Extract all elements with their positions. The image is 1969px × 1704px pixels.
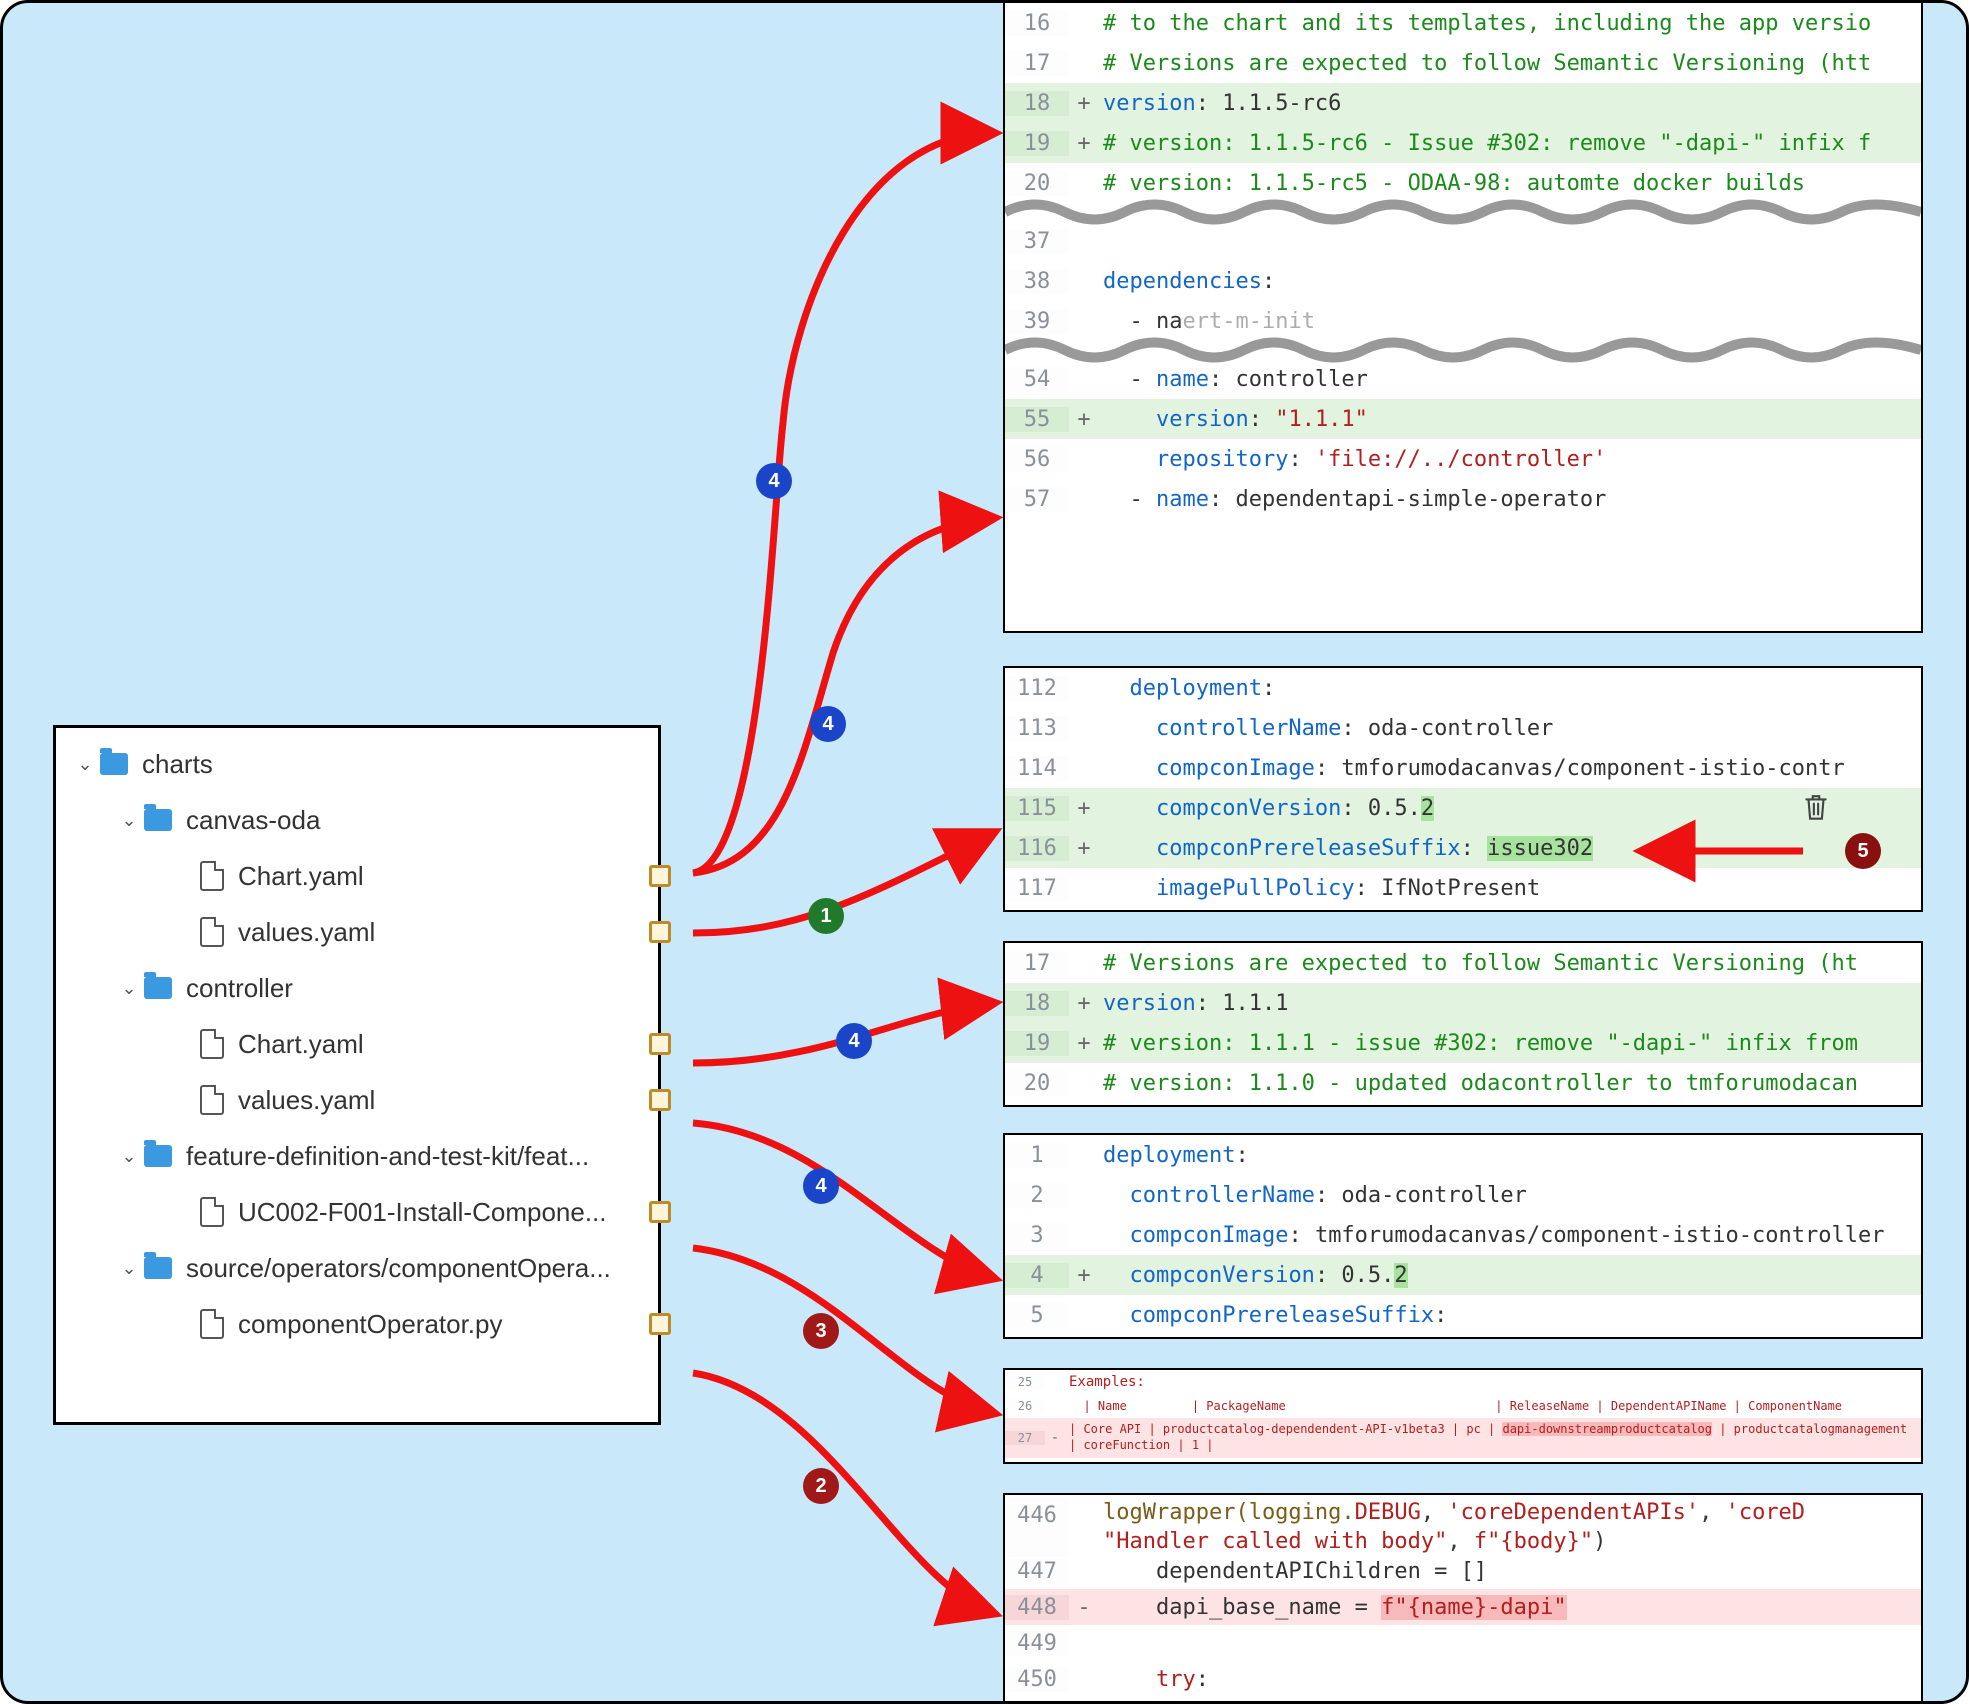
step-badge-4: 4 <box>756 463 792 499</box>
modified-icon <box>649 1089 671 1111</box>
tree-label: values.yaml <box>238 917 658 948</box>
tree-label: controller <box>186 973 658 1004</box>
folder-icon <box>100 753 128 775</box>
diff-panel-component-operator: 446 logWrapper(logging.DEBUG, 'coreDepen… <box>1003 1493 1923 1704</box>
step-badge-1: 1 <box>808 898 844 934</box>
step-badge-2: 2 <box>803 1468 839 1504</box>
step-badge-4: 4 <box>803 1168 839 1204</box>
file-icon <box>200 1197 224 1227</box>
tree-label: feature-definition-and-test-kit/feat... <box>186 1141 658 1172</box>
tree-file-uc002[interactable]: · UC002-F001-Install-Compone... <box>56 1184 658 1240</box>
folder-icon <box>144 1257 172 1279</box>
step-badge-5: 5 <box>1845 833 1881 869</box>
tree-label: charts <box>142 749 658 780</box>
diff-panel-canvas-oda-values: 112 deployment: 113 controllerName: oda-… <box>1003 666 1923 912</box>
tree-file-valuesyaml-2[interactable]: · values.yaml <box>56 1072 658 1128</box>
tree-folder-canvas-oda[interactable]: ⌄ canvas-oda <box>56 792 658 848</box>
tree-folder-feature-kit[interactable]: ⌄ feature-definition-and-test-kit/feat..… <box>56 1128 658 1184</box>
tree-label: canvas-oda <box>186 805 658 836</box>
step-badge-3: 3 <box>803 1313 839 1349</box>
tree-label: Chart.yaml <box>238 1029 658 1060</box>
tree-folder-source-ops[interactable]: ⌄ source/operators/componentOpera... <box>56 1240 658 1296</box>
tree-label: source/operators/componentOpera... <box>186 1253 658 1284</box>
tree-file-chartyaml-1[interactable]: · Chart.yaml <box>56 848 658 904</box>
chevron-down-icon: ⌄ <box>118 1146 140 1167</box>
tree-label: UC002-F001-Install-Compone... <box>238 1197 658 1228</box>
chevron-down-icon: ⌄ <box>118 810 140 831</box>
tree-file-valuesyaml-1[interactable]: · values.yaml <box>56 904 658 960</box>
torn-separator <box>1005 341 1921 359</box>
chevron-down-icon: ⌄ <box>118 1258 140 1279</box>
tree-folder-charts[interactable]: ⌄ charts <box>56 736 658 792</box>
trash-icon <box>1803 793 1829 823</box>
diff-panel-controller-chart: 17# Versions are expected to follow Sema… <box>1003 941 1923 1107</box>
diff-panel-canvas-oda-chart: 16# to the chart and its templates, incl… <box>1003 3 1923 633</box>
code-comment: # Versions are expected to follow Semant… <box>1103 51 1871 76</box>
tree-label: values.yaml <box>238 1085 658 1116</box>
modified-icon <box>649 1313 671 1335</box>
chevron-down-icon: ⌄ <box>118 978 140 999</box>
tree-label: componentOperator.py <box>238 1309 658 1340</box>
tree-label: Chart.yaml <box>238 861 658 892</box>
folder-icon <box>144 809 172 831</box>
tree-file-componentoperator[interactable]: · componentOperator.py <box>56 1296 658 1352</box>
file-icon <box>200 1029 224 1059</box>
file-icon <box>200 861 224 891</box>
tree-file-chartyaml-2[interactable]: · Chart.yaml <box>56 1016 658 1072</box>
tree-folder-controller[interactable]: ⌄ controller <box>56 960 658 1016</box>
file-icon <box>200 1309 224 1339</box>
modified-icon <box>649 1033 671 1055</box>
step-badge-4: 4 <box>836 1023 872 1059</box>
diagram-canvas: ⌄ charts ⌄ canvas-oda · Chart.yaml · val… <box>0 0 1969 1704</box>
modified-icon <box>649 865 671 887</box>
file-tree: ⌄ charts ⌄ canvas-oda · Chart.yaml · val… <box>53 725 661 1425</box>
diff-panel-controller-values: 1deployment: 2 controllerName: oda-contr… <box>1003 1133 1923 1339</box>
folder-icon <box>144 977 172 999</box>
code-comment: # to the chart and its templates, includ… <box>1103 11 1871 36</box>
file-icon <box>200 917 224 947</box>
torn-separator <box>1005 203 1921 221</box>
modified-icon <box>649 1201 671 1223</box>
diff-panel-feature-test: 25Examples: 26 | Name | PackageName | Re… <box>1003 1368 1923 1464</box>
folder-icon <box>144 1145 172 1167</box>
modified-icon <box>649 921 671 943</box>
chevron-down-icon: ⌄ <box>74 754 96 775</box>
file-icon <box>200 1085 224 1115</box>
step-badge-4: 4 <box>810 706 846 742</box>
